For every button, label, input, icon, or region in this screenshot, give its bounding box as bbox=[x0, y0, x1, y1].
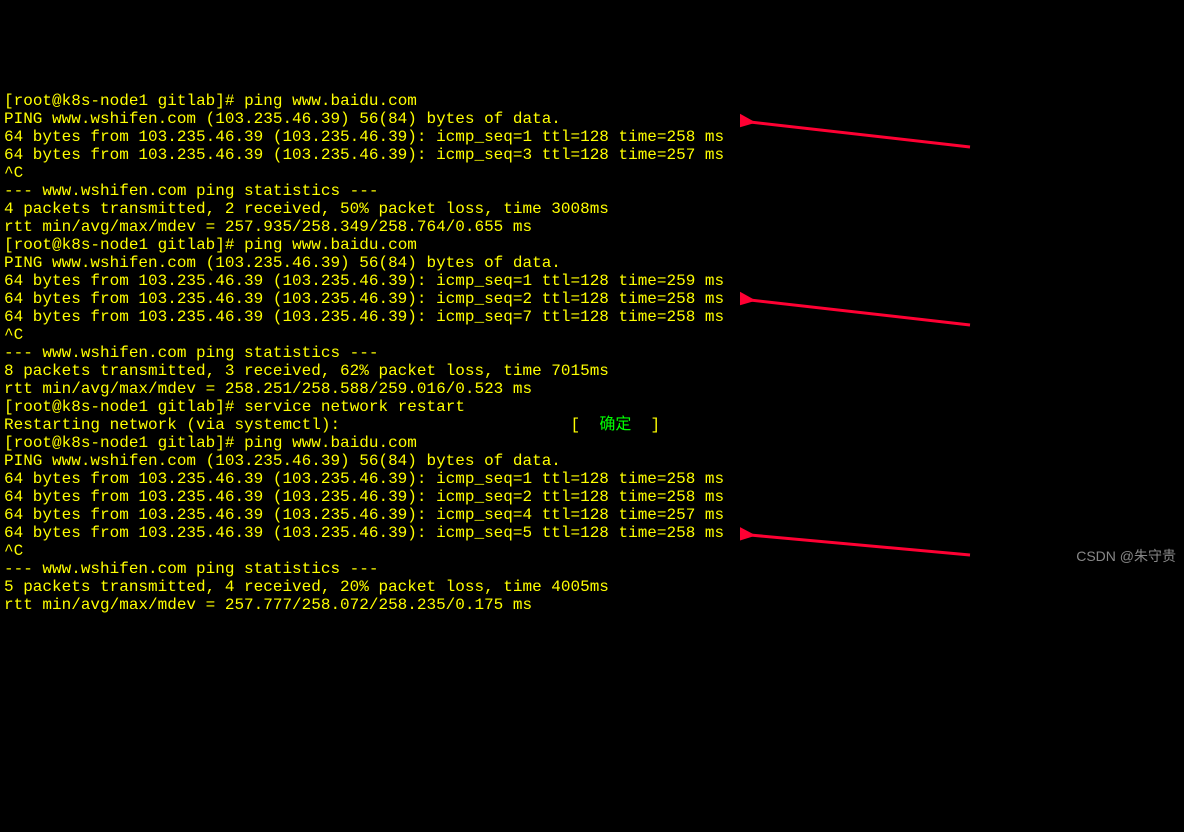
restart-line: Restarting network (via systemctl): [ 确定… bbox=[4, 416, 660, 434]
prompt-user: root bbox=[14, 398, 52, 416]
prompt-dir: gitlab bbox=[158, 92, 216, 110]
prompt-line: [root@k8s-node1 gitlab]# ping www.baidu.… bbox=[4, 434, 417, 452]
command-text: service network restart bbox=[244, 398, 465, 416]
watermark-text: CSDN @朱守贵 bbox=[1076, 547, 1176, 565]
prompt-line: [root@k8s-node1 gitlab]# ping www.baidu.… bbox=[4, 92, 417, 110]
ping-reply: 64 bytes from 103.235.46.39 (103.235.46.… bbox=[4, 146, 724, 164]
ctrl-c: ^C bbox=[4, 326, 23, 344]
ping-stats-header: --- www.wshifen.com ping statistics --- bbox=[4, 560, 378, 578]
ping-rtt: rtt min/avg/max/mdev = 257.935/258.349/2… bbox=[4, 218, 532, 236]
prompt-user: root bbox=[14, 434, 52, 452]
prompt-host: k8s-node1 bbox=[62, 236, 148, 254]
command-text: ping www.baidu.com bbox=[244, 236, 417, 254]
ping-header: PING www.wshifen.com (103.235.46.39) 56(… bbox=[4, 110, 561, 128]
ping-summary: 5 packets transmitted, 4 received, 20% p… bbox=[4, 578, 609, 596]
ctrl-c: ^C bbox=[4, 542, 23, 560]
ping-stats-header: --- www.wshifen.com ping statistics --- bbox=[4, 344, 378, 362]
ping-reply: 64 bytes from 103.235.46.39 (103.235.46.… bbox=[4, 128, 724, 146]
ping-reply: 64 bytes from 103.235.46.39 (103.235.46.… bbox=[4, 488, 724, 506]
ping-header: PING www.wshifen.com (103.235.46.39) 56(… bbox=[4, 254, 561, 272]
ping-reply: 64 bytes from 103.235.46.39 (103.235.46.… bbox=[4, 506, 724, 524]
prompt-host: k8s-node1 bbox=[62, 92, 148, 110]
restart-ok: 确定 bbox=[599, 416, 631, 434]
ctrl-c: ^C bbox=[4, 164, 23, 182]
ping-summary: 4 packets transmitted, 2 received, 50% p… bbox=[4, 200, 609, 218]
ping-rtt: rtt min/avg/max/mdev = 257.777/258.072/2… bbox=[4, 596, 532, 614]
ping-reply: 64 bytes from 103.235.46.39 (103.235.46.… bbox=[4, 470, 724, 488]
prompt-user: root bbox=[14, 236, 52, 254]
prompt-host: k8s-node1 bbox=[62, 434, 148, 452]
ping-reply: 64 bytes from 103.235.46.39 (103.235.46.… bbox=[4, 290, 724, 308]
prompt-line: [root@k8s-node1 gitlab]# service network… bbox=[4, 398, 465, 416]
prompt-line: [root@k8s-node1 gitlab]# ping www.baidu.… bbox=[4, 236, 417, 254]
prompt-dir: gitlab bbox=[158, 434, 216, 452]
command-text: ping www.baidu.com bbox=[244, 434, 417, 452]
prompt-open: [ bbox=[4, 92, 14, 110]
restart-msg: Restarting network (via systemctl): bbox=[4, 416, 340, 434]
ping-summary: 8 packets transmitted, 3 received, 62% p… bbox=[4, 362, 609, 380]
ping-reply: 64 bytes from 103.235.46.39 (103.235.46.… bbox=[4, 524, 724, 542]
prompt-dir: gitlab bbox=[158, 398, 216, 416]
ping-stats-header: --- www.wshifen.com ping statistics --- bbox=[4, 182, 378, 200]
ping-reply: 64 bytes from 103.235.46.39 (103.235.46.… bbox=[4, 308, 724, 326]
ping-rtt: rtt min/avg/max/mdev = 258.251/258.588/2… bbox=[4, 380, 532, 398]
ping-header: PING www.wshifen.com (103.235.46.39) 56(… bbox=[4, 452, 561, 470]
terminal-output[interactable]: [root@k8s-node1 gitlab]# ping www.baidu.… bbox=[0, 72, 1184, 616]
prompt-dir: gitlab bbox=[158, 236, 216, 254]
prompt-user: root bbox=[14, 92, 52, 110]
prompt-host: k8s-node1 bbox=[62, 398, 148, 416]
ping-reply: 64 bytes from 103.235.46.39 (103.235.46.… bbox=[4, 272, 724, 290]
command-text: ping www.baidu.com bbox=[244, 92, 417, 110]
